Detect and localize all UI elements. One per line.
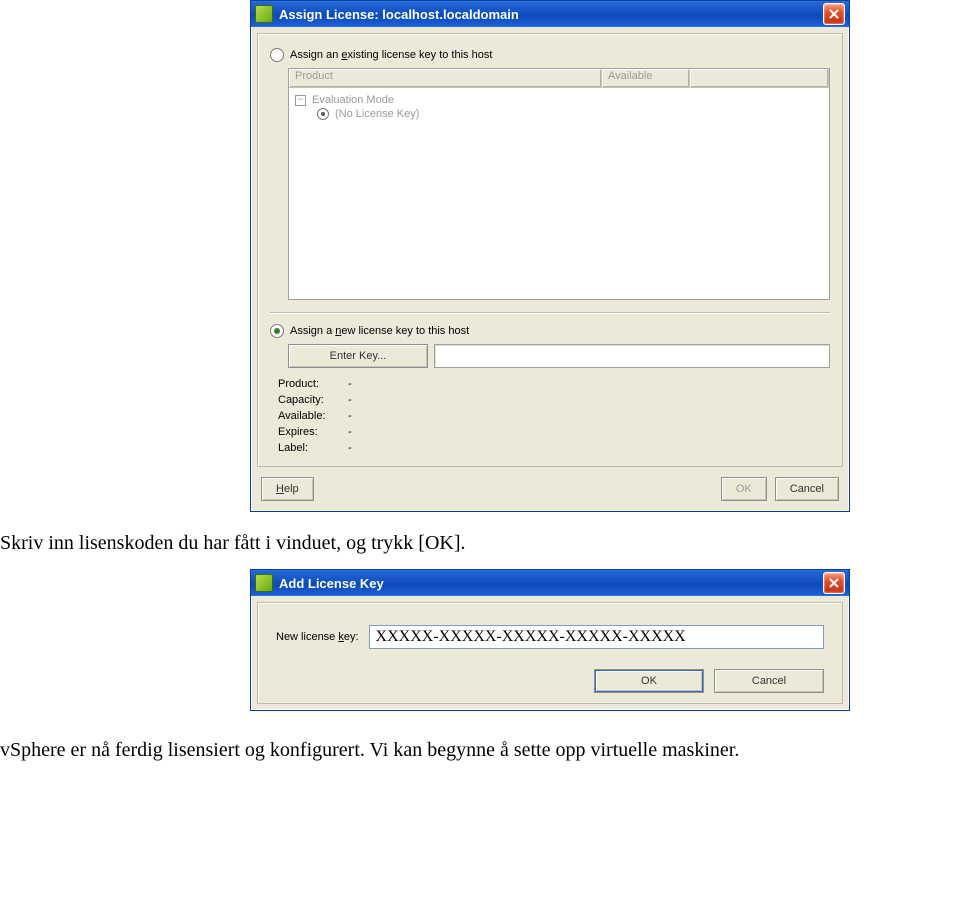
collapse-icon[interactable]: −	[295, 95, 306, 106]
tree-row-evaluation[interactable]: − Evaluation Mode	[295, 92, 823, 108]
close-icon[interactable]	[823, 572, 845, 594]
kv-available-value: -	[348, 410, 352, 426]
kv-expires-label: Expires:	[278, 426, 348, 442]
add-license-key-dialog: Add License Key New license key: XXXXX-X…	[250, 569, 850, 711]
license-key-input[interactable]: XXXXX-XXXXX-XXXXX-XXXXX-XXXXX	[369, 625, 824, 649]
radio-assign-new[interactable]: Assign a new license key to this host	[270, 324, 830, 338]
kv-available-label: Available:	[278, 410, 348, 426]
instruction-text-1: Skriv inn lisenskoden du har fått i vind…	[0, 532, 960, 555]
col-spacer	[690, 69, 829, 87]
titlebar[interactable]: Add License Key	[251, 570, 849, 596]
radio-icon	[270, 48, 284, 62]
col-available-header[interactable]: Available	[602, 69, 690, 87]
kv-label-value: -	[348, 442, 352, 458]
kv-capacity-label: Capacity:	[278, 394, 348, 410]
tree-row-no-key[interactable]: (No License Key)	[317, 108, 823, 120]
window-title: Add License Key	[279, 576, 823, 591]
tree-label: (No License Key)	[335, 108, 419, 120]
titlebar[interactable]: Assign License: localhost.localdomain	[251, 1, 849, 27]
cancel-button[interactable]: Cancel	[775, 477, 839, 501]
kv-expires-value: -	[348, 426, 352, 442]
license-details: Product:- Capacity:- Available:- Expires…	[278, 378, 830, 458]
ok-button[interactable]: OK	[721, 477, 767, 501]
assign-license-dialog: Assign License: localhost.localdomain As…	[250, 0, 850, 512]
kv-product-label: Product:	[278, 378, 348, 394]
tree-label: Evaluation Mode	[312, 94, 394, 106]
col-product-header[interactable]: Product	[289, 69, 602, 87]
close-icon[interactable]	[823, 3, 845, 25]
help-button[interactable]: Help	[261, 477, 314, 501]
cancel-button[interactable]: Cancel	[714, 669, 824, 693]
instruction-text-2: vSphere er nå ferdig lisensiert og konfi…	[0, 739, 960, 762]
license-key-display	[434, 344, 830, 368]
app-icon	[255, 5, 273, 23]
kv-capacity-value: -	[348, 394, 352, 410]
kv-label-label: Label:	[278, 442, 348, 458]
kv-product-value: -	[348, 378, 352, 394]
radio-icon	[317, 108, 329, 120]
enter-key-button[interactable]: Enter Key...	[288, 344, 428, 368]
radio-assign-existing[interactable]: Assign an existing license key to this h…	[270, 48, 830, 62]
ok-button[interactable]: OK	[594, 669, 704, 693]
new-license-key-label: New license key:	[276, 631, 359, 643]
license-list: Product Available − Evaluation Mode (No …	[288, 68, 830, 300]
radio-icon	[270, 324, 284, 338]
app-icon	[255, 574, 273, 592]
window-title: Assign License: localhost.localdomain	[279, 7, 823, 22]
